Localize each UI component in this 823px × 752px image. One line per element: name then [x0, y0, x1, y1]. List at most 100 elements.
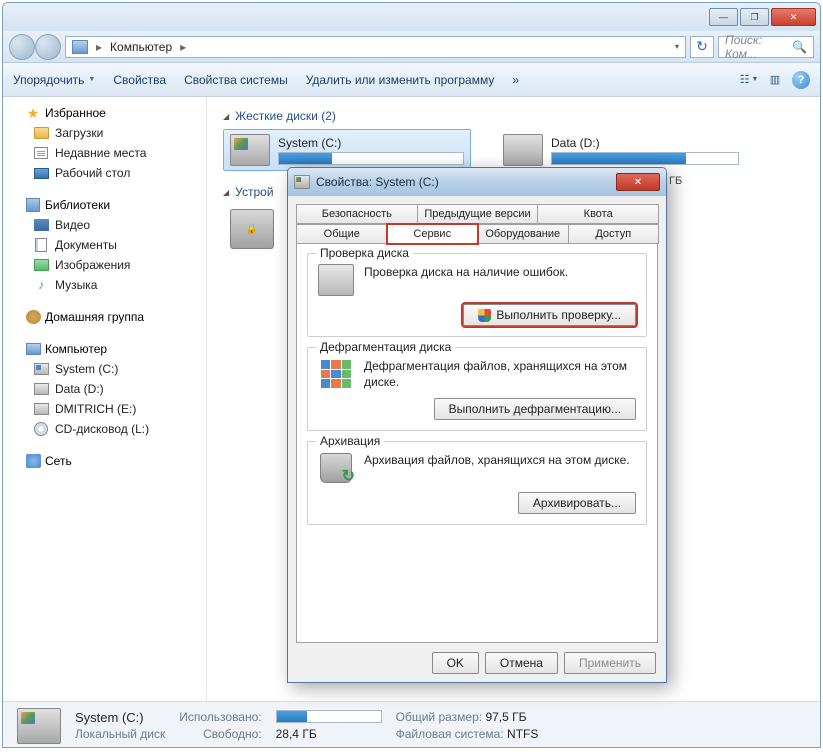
sidebar-item-drive-d[interactable]: Data (D:) [11, 379, 202, 399]
device-icon: 🔒 [230, 209, 274, 249]
drive-info: System (C:) [278, 136, 464, 165]
status-fs-value: NTFS [507, 727, 538, 741]
sidebar-item-cd[interactable]: CD-дисковод (L:) [11, 419, 202, 439]
sidebar-item-music[interactable]: ♪Музыка [11, 275, 202, 295]
drive-icon [294, 175, 310, 189]
network-label: Сеть [45, 454, 72, 468]
status-free-value: 28,4 ГБ [276, 727, 382, 741]
sidebar-label: System (C:) [55, 362, 118, 376]
explorer-window: — ❐ ✕ ▸ Компьютер ▸ ▾ ↻ Поиск: Ком... 🔍 … [2, 2, 821, 748]
maximize-button[interactable]: ❐ [740, 8, 769, 26]
breadcrumb-sep: ▸ [180, 40, 186, 54]
computer-head[interactable]: Компьютер [11, 339, 202, 359]
status-total-value: 97,5 ГБ [485, 710, 526, 724]
tab-sharing[interactable]: Доступ [568, 224, 660, 244]
properties-dialog: Свойства: System (C:) ✕ Безопасность Пре… [287, 167, 667, 683]
tab-quota[interactable]: Квота [537, 204, 659, 224]
drive-card-d[interactable]: Data (D:) [497, 129, 745, 171]
apply-button[interactable]: Применить [564, 652, 656, 674]
status-fs-label: Файловая система: [396, 727, 504, 741]
uninstall-menu[interactable]: Удалить или изменить программу [306, 73, 495, 87]
favorites-head[interactable]: ★ Избранное [11, 103, 202, 123]
tab-general[interactable]: Общие [296, 224, 388, 244]
sidebar-item-downloads[interactable]: Загрузки [11, 123, 202, 143]
organize-menu[interactable]: Упорядочить▼ [13, 73, 95, 87]
uac-shield-icon [478, 309, 491, 322]
back-button[interactable] [9, 34, 35, 60]
sidebar-label: Недавние места [55, 146, 146, 160]
drives-row: System (C:) Data (D:) [223, 129, 804, 171]
status-free-label: Свободно: [179, 727, 261, 741]
drive-card-c[interactable]: System (C:) [223, 129, 471, 171]
favorites-label: Избранное [45, 106, 106, 120]
address-dropdown-icon[interactable]: ▾ [675, 42, 679, 51]
defrag-button[interactable]: Выполнить дефрагментацию... [434, 398, 636, 420]
network-group: Сеть [11, 451, 202, 471]
picture-icon [34, 259, 49, 271]
dialog-buttons: OK Отмена Применить [432, 652, 656, 674]
navigation-pane: ★ Избранное Загрузки Недавние места Рабоч… [3, 97, 207, 701]
properties-menu[interactable]: Свойства [113, 73, 166, 87]
favorites-group: ★ Избранное Загрузки Недавние места Рабоч… [11, 103, 202, 183]
libraries-head[interactable]: Библиотеки [11, 195, 202, 215]
sidebar-item-drive-e[interactable]: DMITRICH (E:) [11, 399, 202, 419]
dialog-close-button[interactable]: ✕ [616, 173, 660, 191]
sidebar-label: Изображения [55, 258, 130, 272]
sidebar-item-drive-c[interactable]: System (C:) [11, 359, 202, 379]
drive-name: Data (D:) [551, 136, 739, 150]
tab-hardware[interactable]: Оборудование [477, 224, 569, 244]
refresh-button[interactable]: ↻ [690, 36, 714, 58]
toolbar-more[interactable]: » [512, 73, 519, 87]
status-grid: System (C:) Использовано: Общий размер: … [75, 710, 538, 741]
homegroup-group: Домашняя группа [11, 307, 202, 327]
close-button[interactable]: ✕ [771, 8, 816, 26]
dialog-titlebar[interactable]: Свойства: System (C:) ✕ [288, 168, 666, 196]
tab-pane: Проверка диска Проверка диска на наличие… [296, 243, 658, 643]
sidebar-label: Музыка [55, 278, 97, 292]
view-options-button[interactable]: ☷▼ [740, 72, 758, 88]
sidebar-item-documents[interactable]: Документы [11, 235, 202, 255]
address-field[interactable]: ▸ Компьютер ▸ ▾ [65, 36, 686, 58]
system-properties-menu[interactable]: Свойства системы [184, 73, 288, 87]
toolbar: Упорядочить▼ Свойства Свойства системы У… [3, 63, 820, 97]
cancel-button[interactable]: Отмена [485, 652, 558, 674]
homegroup-head[interactable]: Домашняя группа [11, 307, 202, 327]
preview-pane-button[interactable]: ▥ [766, 72, 784, 88]
ok-button[interactable]: OK [432, 652, 479, 674]
sidebar-label: Загрузки [55, 126, 103, 140]
defrag-icon [318, 358, 354, 390]
sidebar-item-recent[interactable]: Недавние места [11, 143, 202, 163]
homegroup-icon [26, 310, 41, 324]
help-icon[interactable]: ? [792, 71, 810, 89]
computer-icon [72, 40, 88, 54]
sidebar-item-desktop[interactable]: Рабочий стол [11, 163, 202, 183]
window-titlebar: — ❐ ✕ [3, 3, 820, 31]
network-head[interactable]: Сеть [11, 451, 202, 471]
search-icon: 🔍 [792, 40, 807, 54]
tab-security[interactable]: Безопасность [296, 204, 418, 224]
drive-capacity-bar [551, 152, 739, 165]
tab-previous-versions[interactable]: Предыдущие версии [417, 204, 539, 224]
sidebar-item-pictures[interactable]: Изображения [11, 255, 202, 275]
device-item[interactable]: 🔒 [223, 209, 281, 249]
minimize-button[interactable]: — [709, 8, 738, 26]
tab-tools[interactable]: Сервис [387, 224, 479, 244]
breadcrumb-item[interactable]: Компьютер [110, 40, 172, 54]
collapse-icon: ◢ [223, 188, 229, 197]
video-icon [34, 219, 49, 231]
window-controls: — ❐ ✕ [709, 8, 816, 26]
drive-icon [34, 403, 49, 415]
star-icon: ★ [25, 105, 41, 121]
backup-button[interactable]: Архивировать... [518, 492, 636, 514]
forward-button[interactable] [35, 34, 61, 60]
check-disk-button[interactable]: Выполнить проверку... [463, 304, 636, 326]
hdd-header-label: Жесткие диски (2) [235, 109, 336, 123]
sidebar-item-videos[interactable]: Видео [11, 215, 202, 235]
hdd-section-header[interactable]: ◢Жесткие диски (2) [223, 105, 804, 129]
search-input[interactable]: Поиск: Ком... 🔍 [718, 36, 814, 58]
sidebar-label: CD-дисковод (L:) [55, 422, 149, 436]
sidebar-label: DMITRICH (E:) [55, 402, 136, 416]
cutoff-text: ГБ [669, 175, 682, 187]
sidebar-label: Рабочий стол [55, 166, 130, 180]
dialog-body: Безопасность Предыдущие версии Квота Общ… [288, 196, 666, 643]
